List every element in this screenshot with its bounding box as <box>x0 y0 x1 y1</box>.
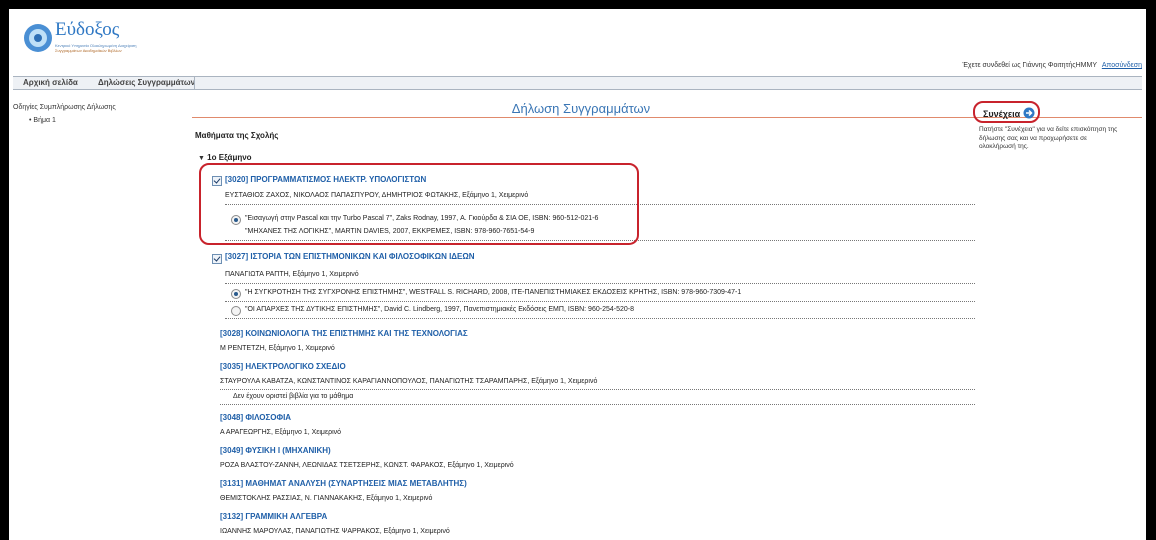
no-books-message: Δεν έχουν οριστεί βιβλία για το μάθημα <box>233 393 354 400</box>
triangle-down-icon: ▼ <box>198 155 205 162</box>
sidebar-step[interactable]: • Βήμα 1 <box>29 117 183 124</box>
continue-help: Πατήστε "Συνέχεια" για να δείτε επισκόπη… <box>979 126 1141 152</box>
sidebar-step-label: Βήμα 1 <box>33 117 56 124</box>
course-title[interactable]: [3035] ΗΛΕΚΤΡΟΛΟΓΙΚΟ ΣΧΕΔΙΟ <box>220 362 346 371</box>
divider <box>220 389 975 390</box>
user-bar: Έχετε συνδεθεί ως Γιάννης ΦοιτητήςΗΜΜΥ Α… <box>962 62 1142 69</box>
page-header: Δήλωση Συγγραμμάτων <box>192 101 970 118</box>
course-instructors: Α ΑΡΑΓΕΩΡΓΗΣ, Εξάμηνο 1, Χειμερινό <box>220 429 342 436</box>
help-line-1: Πατήστε "Συνέχεια" για να δείτε επισκόπη… <box>979 126 1118 133</box>
course-title[interactable]: [3131] ΜΑΘΗΜΑΤ ΑΝΑΛΥΣΗ (ΣΥΝΑΡΤΗΣΕΙΣ ΜΙΑΣ… <box>220 479 467 488</box>
divider <box>225 301 975 302</box>
help-line-3: ολοκλήρωσή της. <box>979 143 1029 150</box>
nav-bar: Αρχική σελίδα Δηλώσεις Συγγραμμάτων <box>13 76 1142 90</box>
course-instructors: ΙΩΑΝΝΗΣ ΜΑΡΟΥΛΑΣ, ΠΑΝΑΓΙΩΤΗΣ ΨΑΡΡΑΚΟΣ, Ε… <box>220 528 450 535</box>
logo-subtitle-2: Συγγραμμάτων Ακαδημαϊκών Βιβλίων <box>55 48 122 53</box>
app-window: Εύδοξος Κεντρικό Υπηρεσία Ολοκληρωμένη Δ… <box>9 9 1146 540</box>
course-title[interactable]: [3027] ΙΣΤΟΡΙΑ ΤΩΝ ΕΠΙΣΤΗΜΟΝΙΚΩΝ ΚΑΙ ΦΙΛ… <box>225 252 475 261</box>
sidebar: Οδηγίες Συμπλήρωσης Δήλωσης • Βήμα 1 <box>13 104 183 124</box>
nav-declarations[interactable]: Δηλώσεις Συγγραμμάτων <box>98 78 195 87</box>
logo[interactable]: Εύδοξος Κεντρικό Υπηρεσία Ολοκληρωμένη Δ… <box>21 17 151 61</box>
course-title[interactable]: [3049] ΦΥΣΙΚΗ Ι (ΜΗΧΑΝΙΚΗ) <box>220 446 331 455</box>
course-instructors: ΠΑΝΑΓΙΩΤΑ ΡΑΠΤΗ, Εξάμηνο 1, Χειμερινό <box>225 271 359 278</box>
book-radio[interactable] <box>231 306 241 316</box>
nav-home[interactable]: Αρχική σελίδα <box>23 78 78 87</box>
bullet-icon: • <box>29 117 32 124</box>
user-status: Έχετε συνδεθεί ως Γιάννης ΦοιτητήςΗΜΜΥ <box>962 62 1097 69</box>
continue-highlight <box>973 101 1040 123</box>
section-title: Μαθήματα της Σχολής <box>195 131 279 140</box>
logo-icon <box>24 24 52 52</box>
logo-name: Εύδοξος <box>55 19 120 40</box>
book-line: "Η ΣΥΓΚΡΟΤΗΣΗ ΤΗΣ ΣΥΓΧΡΟΝΗΣ ΕΠΙΣΤΗΜΗΣ", … <box>245 289 742 296</box>
book-line: "ΟΙ ΑΠΑΡΧΕΣ ΤΗΣ ΔΥΤΙΚΗΣ ΕΠΙΣΤΗΜΗΣ", Davi… <box>245 306 634 313</box>
course-title[interactable]: [3048] ΦΙΛΟΣΟΦΙΑ <box>220 413 291 422</box>
help-line-2: δήλωσης σας και να προχωρήσετε σε <box>979 134 1088 142</box>
course-instructors: ΡΟΖΑ ΒΛΑΣΤΟΥ-ΖΑΝΝΗ, ΛΕΩΝΙΔΑΣ ΤΣΕΤΣΕΡΗΣ, … <box>220 462 514 469</box>
page-title: Δήλωση Συγγραμμάτων <box>511 101 651 116</box>
divider <box>220 404 975 405</box>
divider <box>225 283 975 284</box>
logout-link[interactable]: Αποσύνδεση <box>1102 62 1142 69</box>
semester-label: 1ο Εξάμηνο <box>207 153 252 162</box>
course-highlight <box>199 163 639 245</box>
course-checkbox[interactable] <box>212 254 222 264</box>
course-instructors: ΣΤΑΥΡΟΥΛΑ ΚΑΒΑΤΖΑ, ΚΩΝΣΤΑΝΤΙΝΟΣ ΚΑΡΑΓΙΑΝ… <box>220 378 598 385</box>
course-instructors: ΘΕΜΙΣΤΟΚΛΗΣ ΡΑΣΣΙΑΣ, Ν. ΓΙΑΝΝΑΚΑΚΗΣ, Εξά… <box>220 495 433 502</box>
course-instructors: Μ ΡΕΝΤΕΤΖΗ, Εξάμηνο 1, Χειμερινό <box>220 345 335 352</box>
book-radio[interactable] <box>231 289 241 299</box>
course-title[interactable]: [3132] ΓΡΑΜΜΙΚΗ ΑΛΓΕΒΡΑ <box>220 512 327 521</box>
sidebar-title[interactable]: Οδηγίες Συμπλήρωσης Δήλωσης <box>13 104 183 111</box>
nav-tab-edge <box>194 77 195 89</box>
course-title[interactable]: [3028] ΚΟΙΝΩΝΙΟΛΟΓΙΑ ΤΗΣ ΕΠΙΣΤΗΜΗΣ ΚΑΙ Τ… <box>220 329 468 338</box>
semester-toggle[interactable]: ▼ 1ο Εξάμηνο <box>198 153 252 162</box>
divider <box>225 318 975 319</box>
